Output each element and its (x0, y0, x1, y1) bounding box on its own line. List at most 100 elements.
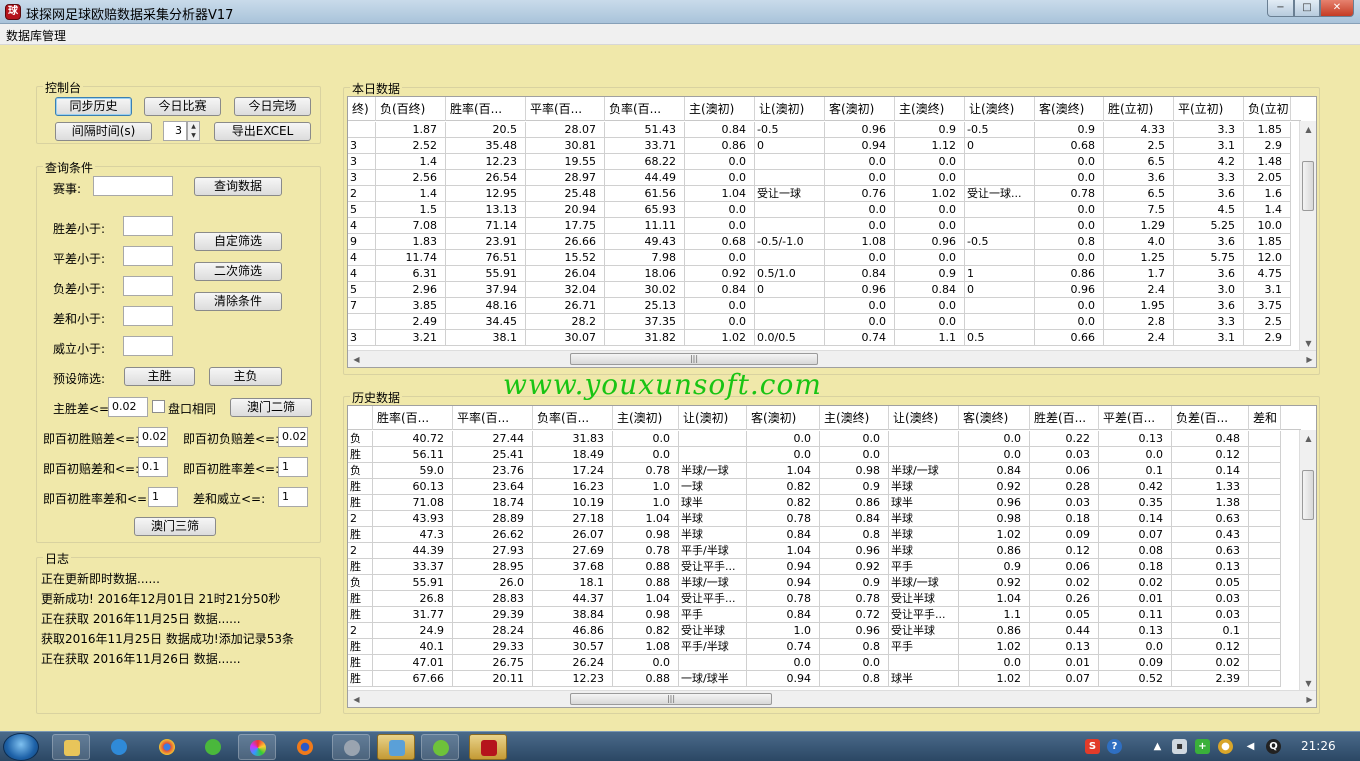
column-header[interactable]: 平差(百... (1099, 406, 1172, 430)
column-header[interactable]: 胜率(百... (446, 97, 526, 121)
disk-icon[interactable] (332, 734, 370, 760)
loss-diff-input[interactable] (123, 276, 173, 296)
column-header[interactable]: 客(澳终) (1035, 97, 1104, 121)
ie-icon[interactable] (100, 734, 138, 760)
init-win-rate-diff-input[interactable]: 1 (278, 457, 308, 477)
sync-history-button[interactable]: 同步历史 (55, 97, 132, 116)
close-button[interactable]: ✕ (1320, 0, 1354, 17)
scroll-left-icon[interactable]: ◀ (348, 351, 365, 367)
horizontal-scrollbar[interactable]: ◀ ||| ▶ (348, 690, 1316, 707)
init-odds-sum-input[interactable]: 0.1 (138, 457, 168, 477)
column-header[interactable]: 终) (348, 97, 376, 121)
column-header[interactable]: 主(澳初) (685, 97, 755, 121)
draw-diff-input[interactable] (123, 246, 173, 266)
scroll-right-icon[interactable]: ▶ (1301, 691, 1316, 707)
init-loss-odds-diff-input[interactable]: 0.02 (278, 427, 308, 447)
column-header[interactable]: 胜(立初) (1104, 97, 1174, 121)
today-matches-button[interactable]: 今日比赛 (144, 97, 221, 116)
home-win-button[interactable]: 主胜 (124, 367, 195, 386)
scroll-right-icon[interactable]: ▶ (1301, 351, 1316, 367)
qq-icon[interactable]: Q (1266, 739, 1281, 754)
column-header[interactable]: 客(澳初) (825, 97, 895, 121)
network-icon[interactable]: ▪ (1172, 739, 1187, 754)
column-header[interactable]: 平率(百... (453, 406, 533, 430)
horizontal-scrollbar[interactable]: ◀ ||| ▶ (348, 350, 1316, 367)
horizontal-scroll-thumb[interactable]: ||| (570, 693, 772, 705)
vertical-scroll-thumb[interactable] (1302, 161, 1314, 211)
query-data-button[interactable]: 查询数据 (194, 177, 282, 196)
init-win-odds-diff-input[interactable]: 0.02 (138, 427, 168, 447)
interval-time-button[interactable]: 间隔时间(s) (55, 122, 152, 141)
column-header[interactable]: 主(澳初) (613, 406, 679, 430)
menu-database-management[interactable]: 数据库管理 (6, 27, 66, 44)
sogou-input-icon[interactable]: S (1085, 739, 1100, 754)
minimize-button[interactable]: − (1267, 0, 1294, 17)
column-header[interactable]: 让(澳终) (965, 97, 1035, 121)
help-icon[interactable]: ? (1107, 739, 1122, 754)
interval-spin-buttons[interactable]: ▲ ▼ (187, 121, 200, 141)
scroll-left-icon[interactable]: ◀ (348, 691, 365, 707)
today-finished-button[interactable]: 今日完场 (234, 97, 311, 116)
spin-down-icon[interactable]: ▼ (188, 131, 199, 140)
scroll-up-icon[interactable]: ▲ (1300, 121, 1316, 138)
column-header[interactable]: 客(澳终) (959, 406, 1030, 430)
scroll-up-icon[interactable]: ▲ (1300, 430, 1316, 447)
firefox-icon[interactable] (286, 734, 324, 760)
tray-expand-icon[interactable]: ▲ (1150, 739, 1165, 754)
app-logo-icon[interactable] (469, 734, 507, 760)
home-loss-button[interactable]: 主负 (209, 367, 282, 386)
column-header[interactable]: 负差(百... (1172, 406, 1249, 430)
column-header[interactable]: 平(立初) (1174, 97, 1244, 121)
win-diff-input[interactable] (123, 216, 173, 236)
pinwheel-icon[interactable] (238, 734, 276, 760)
chrome-icon[interactable] (148, 734, 186, 760)
column-header[interactable]: 负(百终) (376, 97, 446, 121)
league-input[interactable] (93, 176, 173, 196)
column-header[interactable]: 胜率(百... (373, 406, 453, 430)
column-header[interactable]: 客(澳初) (747, 406, 820, 430)
column-header[interactable]: 让(澳终) (889, 406, 959, 430)
home-win-diff-input[interactable]: 0.02 (108, 397, 148, 417)
column-header[interactable]: 负(立初 (1244, 97, 1291, 121)
vertical-scroll-thumb[interactable] (1302, 470, 1314, 520)
column-header[interactable]: 负率(百... (533, 406, 613, 430)
second-filter-button[interactable]: 二次筛选 (194, 262, 282, 281)
app-logo-icon[interactable]: 球 (5, 4, 21, 20)
screenshot-icon[interactable] (377, 734, 415, 760)
today-data-grid[interactable]: 终) 负(百终) 胜率(百... 平率(百... 负率(百... 主(澳初) 让(澳初) 客(… (347, 96, 1317, 368)
column-header[interactable]: 让(澳初) (679, 406, 747, 430)
column-header[interactable]: 胜差(百... (1030, 406, 1099, 430)
diff-sum-input[interactable] (123, 306, 173, 326)
horizontal-scroll-thumb[interactable]: ||| (570, 353, 818, 365)
history-data-grid[interactable]: 胜率(百... 平率(百... 负率(百... 主(澳初) 让(澳初) 客(澳初) 主(澳终… (347, 405, 1317, 708)
export-excel-button[interactable]: 导出EXCEL (214, 122, 311, 141)
maximize-button[interactable]: □ (1294, 0, 1320, 17)
vertical-scrollbar[interactable]: ▲ ▼ (1299, 430, 1316, 692)
macau-third-filter-button[interactable]: 澳门三筛 (134, 517, 216, 536)
browser-360-icon[interactable] (194, 734, 232, 760)
volume-icon[interactable]: ◀ (1243, 739, 1258, 754)
green-app-icon[interactable] (421, 734, 459, 760)
same-handicap-checkbox[interactable] (152, 400, 165, 413)
column-header[interactable]: 差和 (1249, 406, 1281, 430)
column-header[interactable]: 平率(百... (526, 97, 605, 121)
column-header[interactable]: 让(澳初) (755, 97, 825, 121)
table-cell: 0.92 (959, 575, 1030, 591)
column-header[interactable]: 主(澳终) (820, 406, 889, 430)
custom-filter-button[interactable]: 自定筛选 (194, 232, 282, 251)
start-button[interactable] (3, 733, 39, 761)
security-icon[interactable]: ● (1218, 739, 1233, 754)
column-header[interactable]: 负率(百... (605, 97, 685, 121)
spin-up-icon[interactable]: ▲ (188, 122, 199, 131)
vertical-scrollbar[interactable]: ▲ ▼ (1299, 121, 1316, 352)
interval-stepper[interactable]: 3 (163, 121, 187, 141)
macau-second-filter-button[interactable]: 澳门二筛 (230, 398, 312, 417)
diff-weili-input[interactable]: 1 (278, 487, 308, 507)
column-header[interactable]: 主(澳终) (895, 97, 965, 121)
column-header[interactable] (348, 406, 373, 430)
clear-conditions-button[interactable]: 清除条件 (194, 292, 282, 311)
weili-input[interactable] (123, 336, 173, 356)
add-icon[interactable]: + (1195, 739, 1210, 754)
init-rate-sum-input[interactable]: 1 (148, 487, 178, 507)
explorer-icon[interactable] (52, 734, 90, 760)
